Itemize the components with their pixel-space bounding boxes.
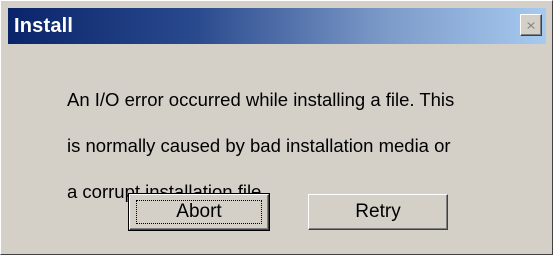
close-button[interactable]: [520, 14, 542, 36]
abort-button-label: Abort: [176, 201, 222, 222]
retry-button[interactable]: Retry: [308, 194, 448, 230]
close-icon: [527, 21, 535, 29]
message-line: An I/O error occurred while installing a…: [67, 89, 455, 110]
message-line: is normally caused by bad installation m…: [67, 135, 451, 156]
install-dialog: Install An I/O error occurred while inst…: [0, 0, 553, 255]
abort-button[interactable]: Abort: [128, 193, 270, 231]
window-title: Install: [14, 15, 74, 37]
title-bar[interactable]: Install: [8, 8, 546, 44]
retry-button-label: Retry: [355, 201, 401, 222]
